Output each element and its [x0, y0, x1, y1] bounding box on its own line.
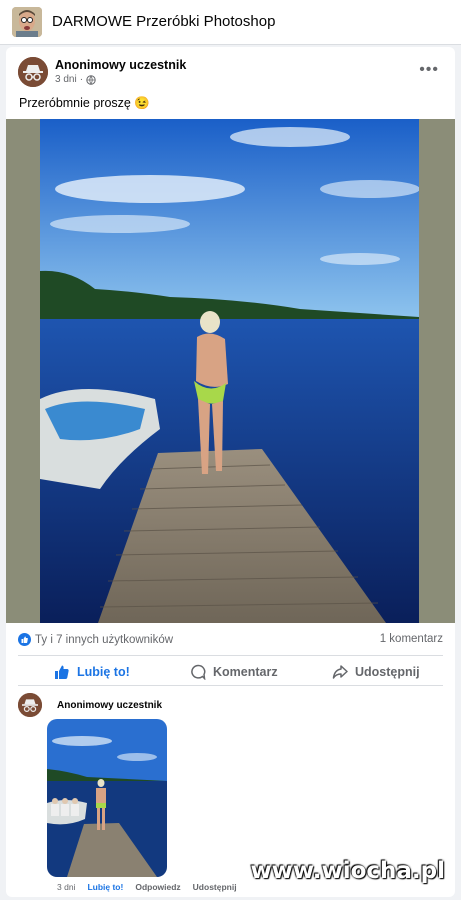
group-title[interactable]: DARMOWE Przeróbki Photoshop: [52, 13, 275, 30]
like-button[interactable]: Lubię to!: [54, 664, 130, 680]
divider: [18, 655, 443, 656]
post-meta: 3 dni ·: [55, 74, 96, 85]
comment-photo[interactable]: [47, 719, 167, 877]
comment-time[interactable]: 3 dni: [57, 882, 75, 892]
incognito-avatar-icon[interactable]: [18, 57, 48, 87]
group-header: DARMOWE Przeróbki Photoshop: [0, 0, 461, 45]
comment-like-button[interactable]: Lubię to!: [87, 882, 123, 892]
meta-separator: ·: [79, 74, 84, 85]
post-card: Anonimowy uczestnik 3 dni · ••• Przeróbm…: [6, 47, 455, 897]
share-button[interactable]: Udostępnij: [332, 664, 420, 680]
post-author[interactable]: Anonimowy uczestnik: [55, 58, 186, 72]
comment-button[interactable]: Komentarz: [190, 664, 278, 680]
post-text: Przeróbmnie proszę 😉: [19, 96, 150, 111]
post-text-body: Przeróbmnie proszę: [19, 96, 131, 110]
like-badge-icon: [18, 633, 31, 646]
wink-emoji-icon: 😉: [134, 96, 150, 110]
share-label: Udostępnij: [355, 665, 420, 679]
comment-share-button[interactable]: Udostępnij: [193, 882, 237, 892]
comment-author[interactable]: Anonimowy uczestnik: [57, 700, 162, 711]
comment-icon: [191, 664, 206, 680]
post-photo-frame[interactable]: [6, 119, 455, 623]
more-icon[interactable]: •••: [419, 61, 439, 79]
like-label: Lubię to!: [77, 665, 130, 679]
reactions-summary[interactable]: Ty i 7 innych użytkowników: [18, 633, 173, 646]
share-icon: [332, 665, 348, 679]
post-photo[interactable]: [40, 119, 419, 623]
comment-actions: 3 dni Lubię to! Odpowiedz Udostępnij: [57, 882, 237, 892]
comment-label: Komentarz: [213, 665, 278, 679]
globe-icon: [86, 74, 96, 85]
divider: [18, 685, 443, 686]
watermark: www.wiocha.pl: [250, 858, 445, 884]
group-avatar[interactable]: [12, 7, 42, 37]
thumbs-up-icon: [55, 665, 69, 679]
comment-count[interactable]: 1 komentarz: [380, 633, 443, 645]
comment-reply-button[interactable]: Odpowiedz: [135, 882, 180, 892]
reactions-label: Ty i 7 innych użytkowników: [35, 633, 174, 646]
incognito-avatar-icon[interactable]: [18, 693, 42, 717]
post-time[interactable]: 3 dni: [55, 74, 77, 85]
